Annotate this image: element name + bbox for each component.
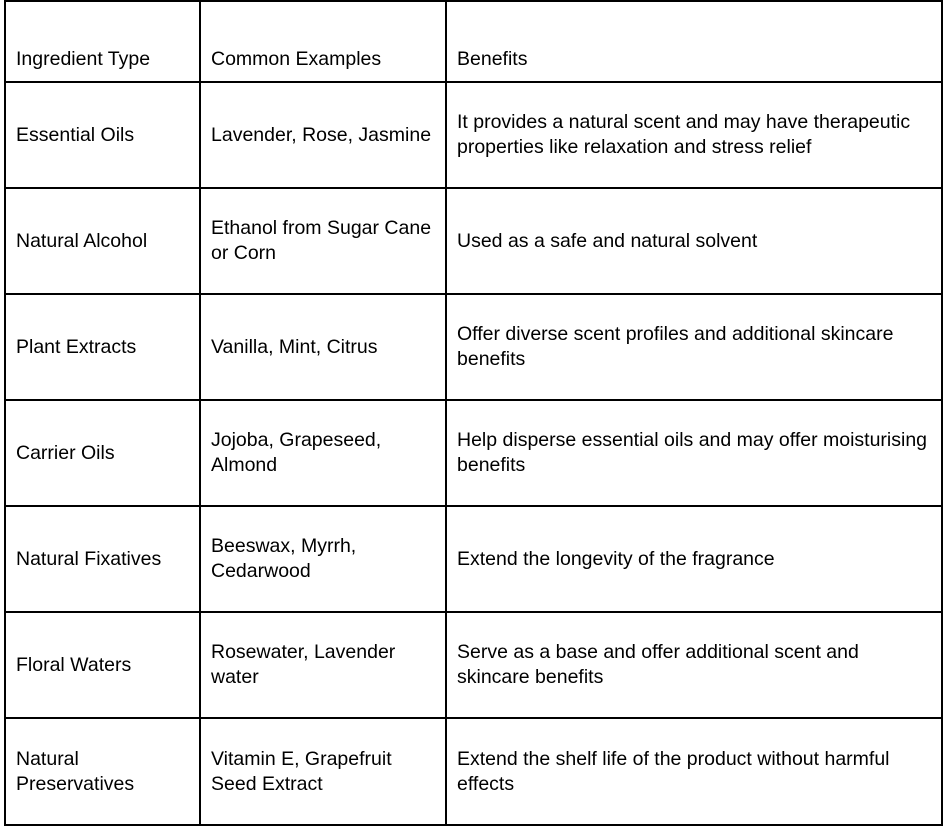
- cell-common-examples: Rosewater, Lavender water: [199, 611, 447, 719]
- cell-ingredient-type: Natural Alcohol: [4, 187, 201, 295]
- table-row: Natural Alcohol Ethanol from Sugar Cane …: [4, 187, 943, 295]
- cell-benefits: Extend the shelf life of the product wit…: [445, 717, 943, 826]
- cell-ingredient-type: Natural Preservatives: [4, 717, 201, 826]
- cell-ingredient-type: Floral Waters: [4, 611, 201, 719]
- cell-benefits: Extend the longevity of the fragrance: [445, 505, 943, 613]
- cell-benefits: Offer diverse scent profiles and additio…: [445, 293, 943, 401]
- table-row: Plant Extracts Vanilla, Mint, Citrus Off…: [4, 293, 943, 401]
- header-benefits: Benefits: [445, 0, 943, 83]
- cell-common-examples: Vitamin E, Grapefruit Seed Extract: [199, 717, 447, 826]
- cell-common-examples: Jojoba, Grapeseed, Almond: [199, 399, 447, 507]
- cell-ingredient-type: Natural Fixatives: [4, 505, 201, 613]
- cell-ingredient-type: Plant Extracts: [4, 293, 201, 401]
- ingredients-table: Ingredient Type Common Examples Benefits…: [4, 0, 943, 826]
- cell-common-examples: Ethanol from Sugar Cane or Corn: [199, 187, 447, 295]
- table-row: Floral Waters Rosewater, Lavender water …: [4, 611, 943, 719]
- header-ingredient-type: Ingredient Type: [4, 0, 201, 83]
- cell-benefits: Serve as a base and offer additional sce…: [445, 611, 943, 719]
- table-row: Natural Fixatives Beeswax, Myrrh, Cedarw…: [4, 505, 943, 613]
- header-common-examples: Common Examples: [199, 0, 447, 83]
- cell-common-examples: Lavender, Rose, Jasmine: [199, 81, 447, 189]
- cell-ingredient-type: Essential Oils: [4, 81, 201, 189]
- cell-ingredient-type: Carrier Oils: [4, 399, 201, 507]
- cell-benefits: Used as a safe and natural solvent: [445, 187, 943, 295]
- cell-common-examples: Beeswax, Myrrh, Cedarwood: [199, 505, 447, 613]
- cell-benefits: Help disperse essential oils and may off…: [445, 399, 943, 507]
- table-row: Natural Preservatives Vitamin E, Grapefr…: [4, 717, 943, 826]
- cell-common-examples: Vanilla, Mint, Citrus: [199, 293, 447, 401]
- cell-benefits: It provides a natural scent and may have…: [445, 81, 943, 189]
- table-row: Essential Oils Lavender, Rose, Jasmine I…: [4, 81, 943, 189]
- header-row: Ingredient Type Common Examples Benefits: [4, 0, 943, 83]
- table-row: Carrier Oils Jojoba, Grapeseed, Almond H…: [4, 399, 943, 507]
